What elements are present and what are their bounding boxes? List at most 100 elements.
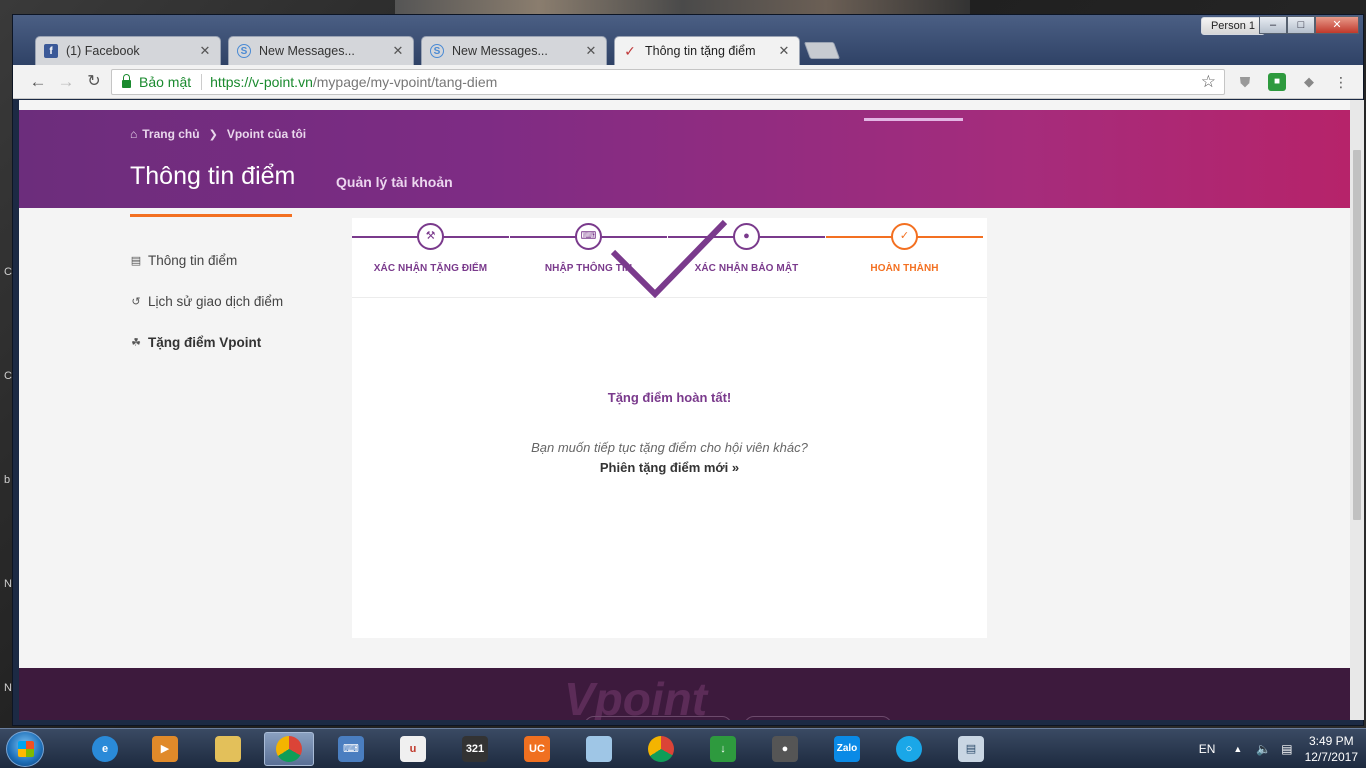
cube-extension-icon[interactable]: ◆: [1300, 73, 1318, 91]
menu-item-gift-points[interactable]: ☘ Tặng điểm Vpoint: [130, 322, 283, 363]
language-indicator[interactable]: EN: [1199, 742, 1216, 756]
tab-label: New Messages...: [259, 44, 355, 58]
continue-question: Bạn muốn tiếp tục tặng điểm cho hội viên…: [531, 440, 808, 455]
check-icon: ✓: [891, 223, 918, 250]
desktop-text: N: [4, 578, 12, 590]
start-button[interactable]: [6, 731, 44, 767]
menu-item-history[interactable]: ↺ Lịch sử giao dịch điểm: [130, 281, 283, 322]
tab-strip: f (1) Facebook ✕ S New Messages... ✕ S N…: [35, 36, 841, 65]
facebook-icon: f: [44, 44, 58, 58]
shield-extension-icon[interactable]: ⛊: [1236, 73, 1254, 91]
uc-browser-icon[interactable]: UC: [512, 732, 562, 766]
network-signal-icon[interactable]: ▤: [1281, 742, 1292, 756]
new-session-link[interactable]: Phiên tặng điểm mới »: [352, 460, 987, 475]
success-checkmark-icon: [610, 219, 728, 298]
breadcrumb: ⌂ Trang chủ ❯ Vpoint của tôi: [130, 127, 306, 141]
step-confirm-gift: ⚒ XÁC NHẬN TẶNG ĐIỂM: [352, 218, 510, 297]
profile-button[interactable]: Person 1: [1200, 17, 1265, 35]
vpoint-icon: ✓: [624, 42, 636, 59]
volume-muted-icon[interactable]: 🔈: [1256, 742, 1271, 756]
notepad-icon[interactable]: [574, 732, 624, 766]
cortana-icon[interactable]: ○: [884, 732, 934, 766]
lock-icon: [122, 74, 131, 88]
active-tab-underline: [130, 214, 292, 217]
maximize-button[interactable]: □: [1287, 16, 1315, 34]
tab-label: (1) Facebook: [66, 44, 140, 58]
footer-button[interactable]: [744, 716, 892, 720]
window-icon[interactable]: ▤: [946, 732, 996, 766]
side-menu: ▤ Thông tin điểm ↺ Lịch sử giao dịch điể…: [130, 240, 283, 363]
forward-icon[interactable]: →: [55, 71, 77, 93]
desktop-text: C: [4, 370, 12, 382]
tab-label: New Messages...: [452, 44, 548, 58]
system-tray: EN ▲ 🔈 ▤ 3:49 PM 12/7/2017: [1199, 729, 1358, 768]
tab-vpoint[interactable]: ✓ Thông tin tặng điểm ✕: [614, 36, 800, 65]
page-footer: Vpoint: [19, 668, 1350, 720]
page-header: ⌂ Trang chủ ❯ Vpoint của tôi Thông tin đ…: [19, 110, 1350, 217]
window-controls: – □ ✕: [1259, 16, 1359, 34]
menu-item-label: Thông tin điểm: [148, 253, 238, 268]
chrome-taskbar-icon[interactable]: [264, 732, 314, 766]
url-path: /mypage/my-vpoint/tang-diem: [312, 74, 498, 90]
home-icon: ⌂: [130, 127, 138, 141]
tab-skype-2[interactable]: S New Messages... ✕: [421, 36, 607, 65]
footer-button[interactable]: [584, 716, 732, 720]
browser-window: Person 1 – □ ✕ f (1) Facebook ✕ S New Me…: [12, 14, 1364, 726]
close-tab-icon[interactable]: ✕: [391, 43, 405, 59]
close-tab-icon[interactable]: ✕: [198, 43, 212, 59]
address-bar[interactable]: Bảo mật https://v-point.vn /mypage/my-vp…: [111, 69, 1225, 95]
minimize-button[interactable]: –: [1259, 16, 1287, 34]
title-bar: Person 1 – □ ✕ f (1) Facebook ✕ S New Me…: [13, 15, 1363, 65]
windows-logo-icon: [18, 741, 34, 757]
skype-icon: S: [430, 44, 444, 58]
internet-explorer-icon[interactable]: e: [80, 732, 130, 766]
header-accent-line: [864, 118, 963, 121]
menu-item-points-info[interactable]: ▤ Thông tin điểm: [130, 240, 283, 281]
page-title[interactable]: Thông tin điểm: [130, 162, 295, 191]
step-label: HOÀN THÀNH: [870, 263, 939, 274]
breadcrumb-current[interactable]: Vpoint của tôi: [227, 127, 306, 141]
lock-icon: ●: [733, 223, 760, 250]
close-tab-icon[interactable]: ✕: [584, 43, 598, 59]
download-manager-icon[interactable]: ↓: [698, 732, 748, 766]
remote-desktop-icon[interactable]: ⌨: [326, 732, 376, 766]
bar-chart-icon: ▤: [130, 255, 142, 267]
back-icon[interactable]: ←: [27, 71, 49, 93]
desktop-text: N: [4, 682, 12, 694]
step-label: XÁC NHẬN TẶNG ĐIỂM: [373, 263, 488, 274]
divider: [201, 74, 203, 90]
footer-logo: Vpoint: [564, 673, 708, 720]
close-window-button[interactable]: ✕: [1315, 16, 1359, 34]
media-player-classic-icon[interactable]: 321: [450, 732, 500, 766]
tab-skype-1[interactable]: S New Messages... ✕: [228, 36, 414, 65]
clock[interactable]: 3:49 PM 12/7/2017: [1305, 733, 1358, 765]
keyboard-icon: ⌨: [575, 223, 602, 250]
menu-kebab-icon[interactable]: ⋮: [1332, 73, 1350, 91]
bookmark-star-icon[interactable]: ☆: [1201, 72, 1216, 92]
security-label: Bảo mật: [139, 74, 192, 90]
chrome-icon[interactable]: [636, 732, 686, 766]
scroll-thumb[interactable]: [1353, 150, 1361, 520]
browser-toolbar: ← → ↻ Bảo mật https://v-point.vn /mypage…: [13, 65, 1363, 99]
page-scrollbar[interactable]: [1350, 100, 1364, 720]
reload-icon[interactable]: ↻: [83, 71, 105, 93]
microphone-icon[interactable]: ●: [760, 732, 810, 766]
green-extension-icon[interactable]: ■: [1268, 73, 1286, 91]
skype-icon: S: [237, 44, 251, 58]
tab-label: Thông tin tặng điểm: [645, 44, 756, 58]
zalo-icon[interactable]: Zalo: [822, 732, 872, 766]
unikey-icon[interactable]: u: [388, 732, 438, 766]
breadcrumb-home[interactable]: Trang chủ: [142, 127, 199, 141]
media-player-icon[interactable]: ▶: [140, 732, 190, 766]
tab-facebook[interactable]: f (1) Facebook ✕: [35, 36, 221, 65]
file-explorer-icon[interactable]: [203, 732, 253, 766]
account-management-link[interactable]: Quản lý tài khoản: [336, 174, 453, 190]
desktop-text: b: [4, 474, 11, 486]
desktop-text: C: [4, 266, 12, 278]
success-title: Tặng điểm hoàn tất!: [607, 390, 732, 405]
step-complete: ✓ HOÀN THÀNH: [826, 218, 984, 297]
close-tab-icon[interactable]: ✕: [777, 43, 791, 59]
menu-item-label: Lịch sử giao dịch điểm: [148, 294, 284, 309]
show-hidden-icons-icon[interactable]: ▲: [1233, 744, 1242, 754]
new-tab-button[interactable]: [803, 42, 841, 59]
